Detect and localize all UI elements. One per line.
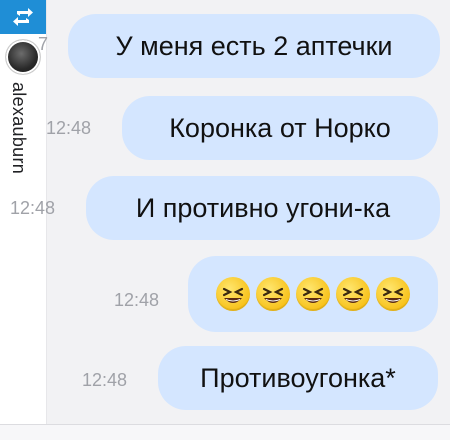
repost-icon: [13, 8, 33, 26]
bottom-bar: [0, 424, 450, 440]
message-text: У меня есть 2 аптечки: [115, 30, 393, 61]
laughing-face-icon: [336, 277, 370, 311]
message-timestamp: 12:48: [82, 370, 128, 390]
message-bubble-emoji[interactable]: [188, 256, 438, 332]
screenshot-stage: alexauburn 7 У меня есть 2 аптечки 12:48…: [0, 0, 450, 440]
laughing-face-icon: [216, 277, 250, 311]
repost-badge[interactable]: [0, 0, 46, 34]
message-bubble[interactable]: И противно угони-ка: [86, 176, 440, 240]
chat-thread: 7 У меня есть 2 аптечки 12:48 Коронка от…: [10, 0, 450, 439]
emoji-row: [216, 277, 410, 311]
laughing-face-icon: [296, 277, 330, 311]
message-text: Коронка от Норко: [169, 112, 391, 143]
message-bubble[interactable]: У меня есть 2 аптечки: [68, 14, 440, 78]
message-timestamp: 12:48: [46, 118, 92, 138]
message-bubble[interactable]: Коронка от Норко: [122, 96, 438, 160]
message-timestamp: 12:48: [114, 290, 160, 310]
message-bubble[interactable]: Противоугонка*: [158, 346, 438, 410]
message-timestamp-partial: 7: [38, 34, 49, 54]
laughing-face-icon: [376, 277, 410, 311]
username[interactable]: alexauburn: [8, 82, 29, 174]
message-timestamp: 12:48: [10, 198, 56, 218]
message-text: Противоугонка*: [200, 362, 396, 393]
message-text: И противно угони-ка: [135, 192, 391, 223]
repost-strip: alexauburn: [0, 0, 47, 439]
avatar[interactable]: [6, 40, 40, 74]
laughing-face-icon: [256, 277, 290, 311]
